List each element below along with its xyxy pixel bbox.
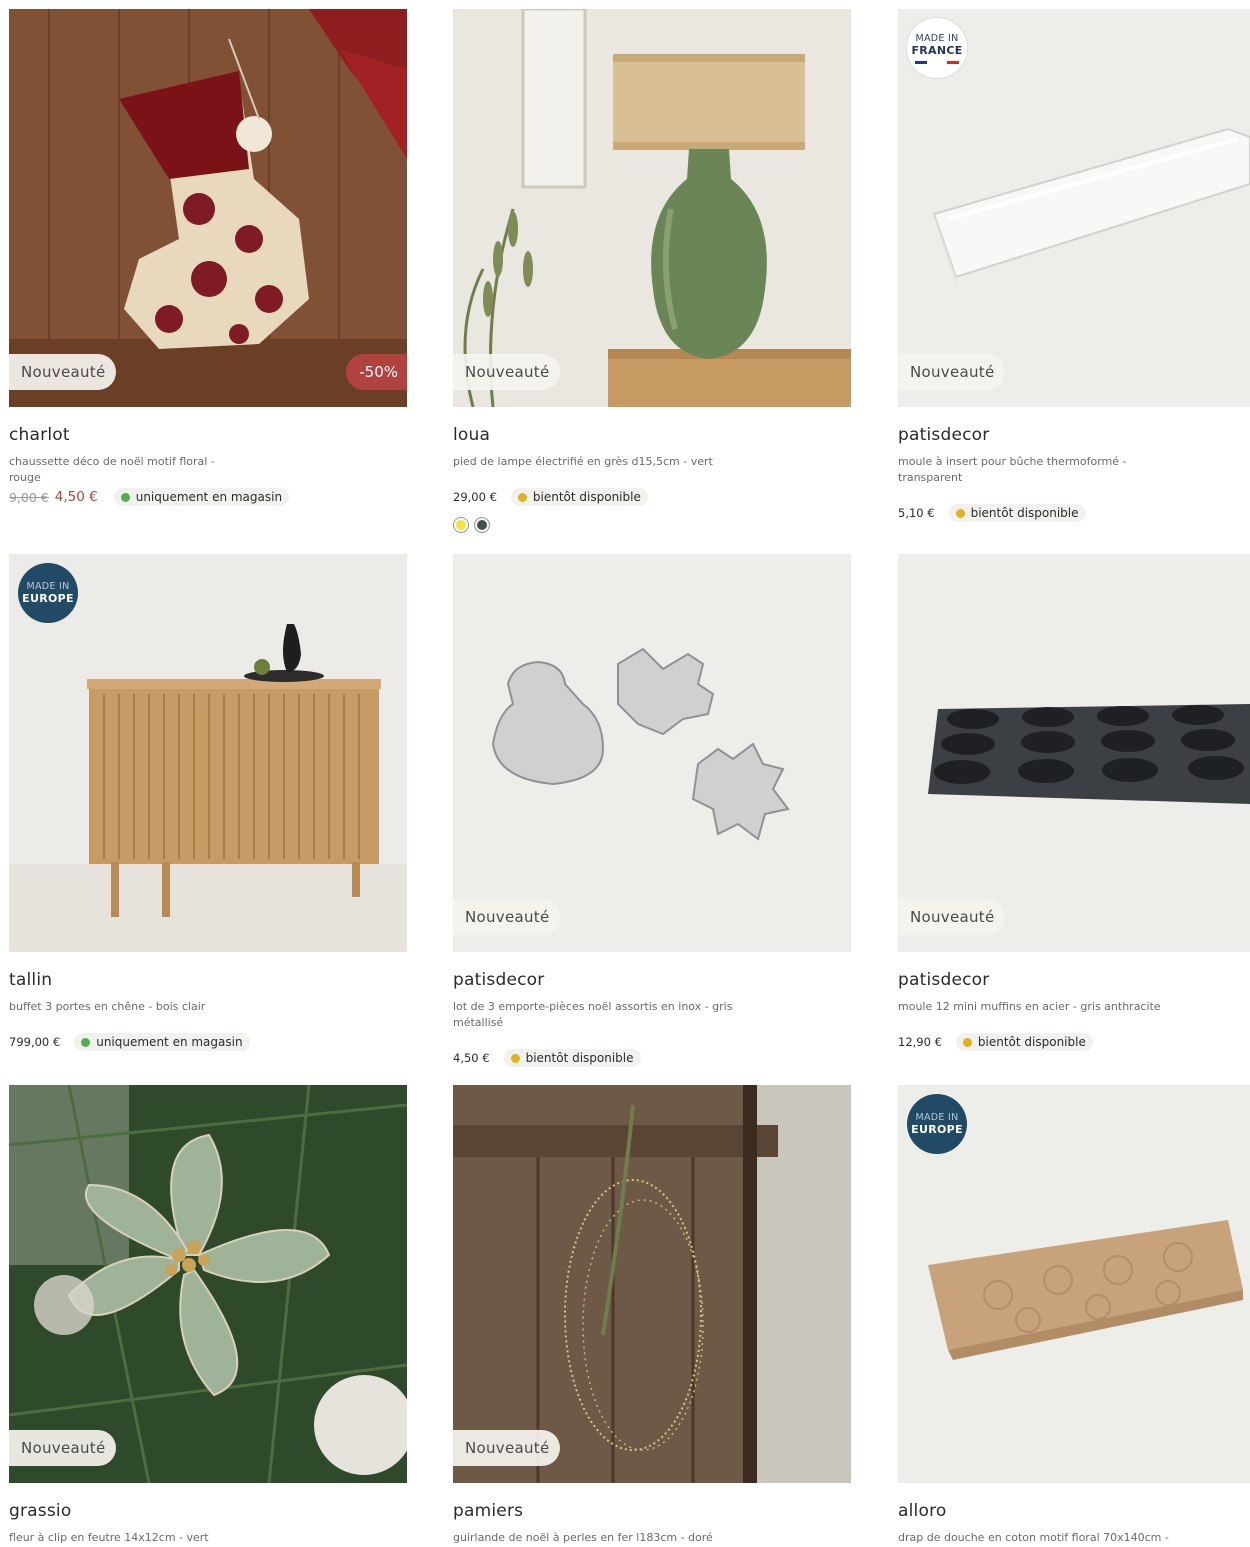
product-brand[interactable]: patisdecor (898, 425, 989, 445)
status-dot-icon (517, 492, 527, 502)
price: 29,00 € (453, 490, 497, 504)
product-brand[interactable]: grassio (9, 1501, 71, 1521)
availability-text: bientôt disponible (970, 506, 1079, 520)
availability-text: bientôt disponible (977, 1035, 1086, 1049)
discount-badge: -50% (346, 354, 407, 390)
product-image[interactable]: Nouveauté (453, 9, 851, 407)
felt-flower-clip-image (9, 1085, 407, 1483)
pearl-garland-image (453, 1085, 851, 1483)
product-brand[interactable]: charlot (9, 425, 70, 445)
product-description[interactable]: buffet 3 portes en chêne - bois clair (9, 999, 249, 1015)
made-in-country: EUROPE (22, 592, 74, 605)
price: 12,90 € (898, 1035, 942, 1049)
color-swatch-yellow[interactable] (453, 517, 469, 533)
new-badge: Nouveauté (453, 899, 560, 935)
product-description[interactable]: drap de douche en coton motif floral 70x… (898, 1530, 1198, 1546)
new-badge: Nouveauté (9, 354, 116, 390)
flag-icon (915, 60, 959, 64)
price-row: 9,00 € 4,50 € uniquement en magasin (9, 488, 290, 506)
availability-text: uniquement en magasin (135, 490, 283, 504)
availability-text: bientôt disponible (525, 1051, 634, 1065)
made-in-country: EUROPE (911, 1123, 963, 1136)
product-description[interactable]: fleur à clip en feutre 14x12cm - vert (9, 1530, 249, 1546)
product-description[interactable]: chaussette déco de noël motif floral - r… (9, 454, 249, 486)
new-badge: Nouveauté (898, 899, 1005, 935)
status-dot-icon (120, 492, 130, 502)
product-image[interactable]: Nouveauté (453, 554, 851, 952)
price-row: 799,00 € uniquement en magasin (9, 1033, 250, 1051)
product-description[interactable]: moule à insert pour bûche thermoformé - … (898, 454, 1138, 486)
made-in-europe-badge: MADE IN EUROPE (18, 563, 78, 623)
sale-price: 4,50 € (54, 489, 98, 505)
product-brand[interactable]: alloro (898, 1501, 946, 1521)
product-brand[interactable]: patisdecor (453, 970, 544, 990)
color-swatches (453, 517, 490, 533)
christmas-stocking-image (9, 9, 407, 407)
made-in-country: FRANCE (911, 43, 963, 57)
product-description[interactable]: moule 12 mini muffins en acier - gris an… (898, 999, 1198, 1015)
product-image[interactable]: Nouveauté (453, 1085, 851, 1483)
made-in-europe-badge: MADE IN EUROPE (907, 1094, 967, 1154)
product-brand[interactable]: patisdecor (898, 970, 989, 990)
product-image[interactable]: Nouveauté (9, 1085, 407, 1483)
price: 5,10 € (898, 506, 935, 520)
product-image[interactable]: MADE IN FRANCE Nouveauté (898, 9, 1250, 407)
availability-badge: uniquement en magasin (74, 1033, 250, 1051)
price-row: 29,00 € bientôt disponible (453, 488, 648, 506)
availability-badge: bientôt disponible (948, 504, 1086, 522)
made-in-label: MADE IN (915, 1112, 959, 1123)
new-badge: Nouveauté (9, 1430, 116, 1466)
old-price: 9,00 € (9, 489, 49, 505)
product-description[interactable]: guirlande de noël à perles en fer l183cm… (453, 1530, 753, 1546)
availability-badge: bientôt disponible (955, 1033, 1093, 1051)
price-row: 5,10 € bientôt disponible (898, 504, 1086, 522)
made-in-label: MADE IN (915, 32, 959, 44)
product-brand[interactable]: loua (453, 425, 490, 445)
availability-text: bientôt disponible (532, 490, 641, 504)
status-dot-icon (955, 508, 965, 518)
price: 4,50 € (453, 1051, 490, 1065)
lamp-image (453, 9, 851, 407)
product-brand[interactable]: pamiers (453, 1501, 523, 1521)
product-image[interactable]: MADE IN EUROPE (9, 554, 407, 952)
product-description[interactable]: pied de lampe électrifié en grès d15,5cm… (453, 454, 753, 470)
price-row: 4,50 € bientôt disponible (453, 1049, 641, 1067)
product-image[interactable]: Nouveauté (898, 554, 1250, 952)
product-brand[interactable]: tallin (9, 970, 52, 990)
cookie-cutters-image (453, 554, 851, 952)
color-swatch-grey[interactable] (474, 517, 490, 533)
product-image[interactable]: MADE IN EUROPE (898, 1085, 1250, 1483)
availability-text: uniquement en magasin (96, 1035, 243, 1049)
made-in-france-badge: MADE IN FRANCE (907, 18, 967, 78)
availability-badge: bientôt disponible (503, 1049, 641, 1067)
availability-badge: bientôt disponible (510, 488, 648, 506)
price-row: 12,90 € bientôt disponible (898, 1033, 1093, 1051)
new-badge: Nouveauté (453, 1430, 560, 1466)
status-dot-icon (81, 1037, 91, 1047)
new-badge: Nouveauté (898, 354, 1005, 390)
product-description[interactable]: lot de 3 emporte-pièces noël assortis en… (453, 999, 743, 1031)
availability-badge: uniquement en magasin (113, 488, 290, 506)
muffin-tray-image (898, 554, 1250, 952)
price: 799,00 € (9, 1035, 61, 1049)
product-image[interactable]: Nouveauté -50% (9, 9, 407, 407)
new-badge: Nouveauté (453, 354, 560, 390)
made-in-label: MADE IN (26, 581, 70, 592)
status-dot-icon (962, 1037, 972, 1047)
status-dot-icon (510, 1053, 520, 1063)
